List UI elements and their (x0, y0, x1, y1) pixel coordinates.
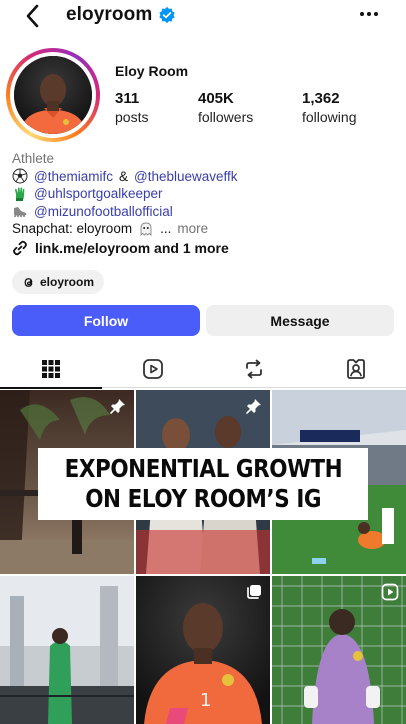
bio-more-link[interactable]: more (177, 220, 208, 238)
bio-line-gloves: @uhlsportgoalkeeper (12, 185, 392, 203)
story-ring[interactable] (6, 48, 100, 142)
threads-username: eloyroom (40, 275, 95, 289)
followers-count: 405K (198, 90, 234, 107)
username-header: eloyroom (66, 4, 176, 26)
tab-tagged[interactable] (305, 350, 406, 388)
tab-reels[interactable] (102, 350, 204, 388)
tab-posts[interactable] (0, 350, 102, 389)
profile-photo (14, 56, 92, 134)
username: eloyroom (66, 4, 153, 25)
bio: Athlete @themiamifc & @thebluewaveffk @u… (12, 150, 392, 238)
headline-overlay: EXPONENTIAL GROWTH ON ELOY ROOM’S IG (38, 448, 368, 520)
message-button[interactable]: Message (206, 305, 394, 336)
bio-category: Athlete (12, 151, 55, 166)
threads-badge[interactable]: eloyroom (12, 270, 105, 294)
stat-following[interactable]: 1,362 following (302, 90, 356, 126)
top-bar: eloyroom (0, 0, 406, 32)
mention-thebluewaveffk[interactable]: @thebluewaveffk (134, 168, 238, 186)
headline-line-1: EXPONENTIAL GROWTH (64, 454, 342, 483)
followers-label: followers (198, 109, 254, 125)
goalkeeper-glove-icon (15, 187, 25, 201)
mention-connector: & (118, 168, 128, 184)
posts-label: posts (115, 109, 149, 125)
mention-uhlsportgoalkeeper[interactable]: @uhlsportgoalkeeper (34, 185, 163, 203)
bio-line-clubs: @themiamifc & @thebluewaveffk (12, 168, 392, 186)
post-tile-4[interactable] (0, 576, 134, 724)
mention-mizunofootballofficial[interactable]: @mizunofootballofficial (34, 203, 173, 221)
tab-reposts[interactable] (203, 350, 305, 388)
reel-icon (381, 583, 399, 601)
carousel-icon (247, 585, 261, 599)
more-horizontal-icon[interactable] (358, 6, 380, 22)
profile-tabs (0, 350, 406, 389)
soccer-ball-icon (12, 168, 28, 184)
snapchat-text: Snapchat: eloyroom (12, 221, 133, 236)
post-tile-5[interactable]: 1 (136, 576, 270, 724)
headline-line-2: ON ELOY ROOM’S IG (85, 484, 321, 513)
reels-icon (143, 359, 163, 379)
link-icon (13, 240, 27, 256)
threads-icon (24, 277, 33, 287)
repost-icon (246, 359, 262, 379)
svg-text:1: 1 (200, 690, 211, 711)
following-label: following (302, 109, 357, 125)
post-image (0, 576, 134, 724)
display-name: Eloy Room (115, 63, 189, 79)
stat-followers[interactable]: 405K followers (198, 90, 253, 126)
external-link-text: link.me/eloyroom and 1 more (35, 240, 229, 256)
posts-grid: 1 (0, 390, 406, 724)
pin-icon (110, 399, 125, 414)
pin-icon (246, 399, 261, 414)
bio-line-snapchat: Snapchat: eloyroom ... more (12, 220, 392, 238)
chevron-left-icon[interactable] (22, 3, 44, 29)
following-count: 1,362 (302, 90, 340, 107)
cleat-icon (13, 207, 27, 218)
follow-button[interactable]: Follow (12, 305, 200, 336)
post-tile-6[interactable] (272, 576, 406, 724)
external-link[interactable]: link.me/eloyroom and 1 more (12, 240, 229, 256)
grid-icon (42, 360, 60, 378)
posts-count: 311 (115, 90, 140, 107)
stat-posts[interactable]: 311 posts (115, 90, 148, 126)
tagged-icon (347, 359, 365, 379)
ghost-icon (140, 222, 152, 236)
snapchat-ellipsis: ... (160, 221, 172, 236)
verified-badge-icon (159, 6, 175, 24)
avatar[interactable] (14, 56, 92, 134)
bio-line-boots: @mizunofootballofficial (12, 203, 392, 221)
mention-themiamifc[interactable]: @themiamifc (34, 168, 113, 186)
